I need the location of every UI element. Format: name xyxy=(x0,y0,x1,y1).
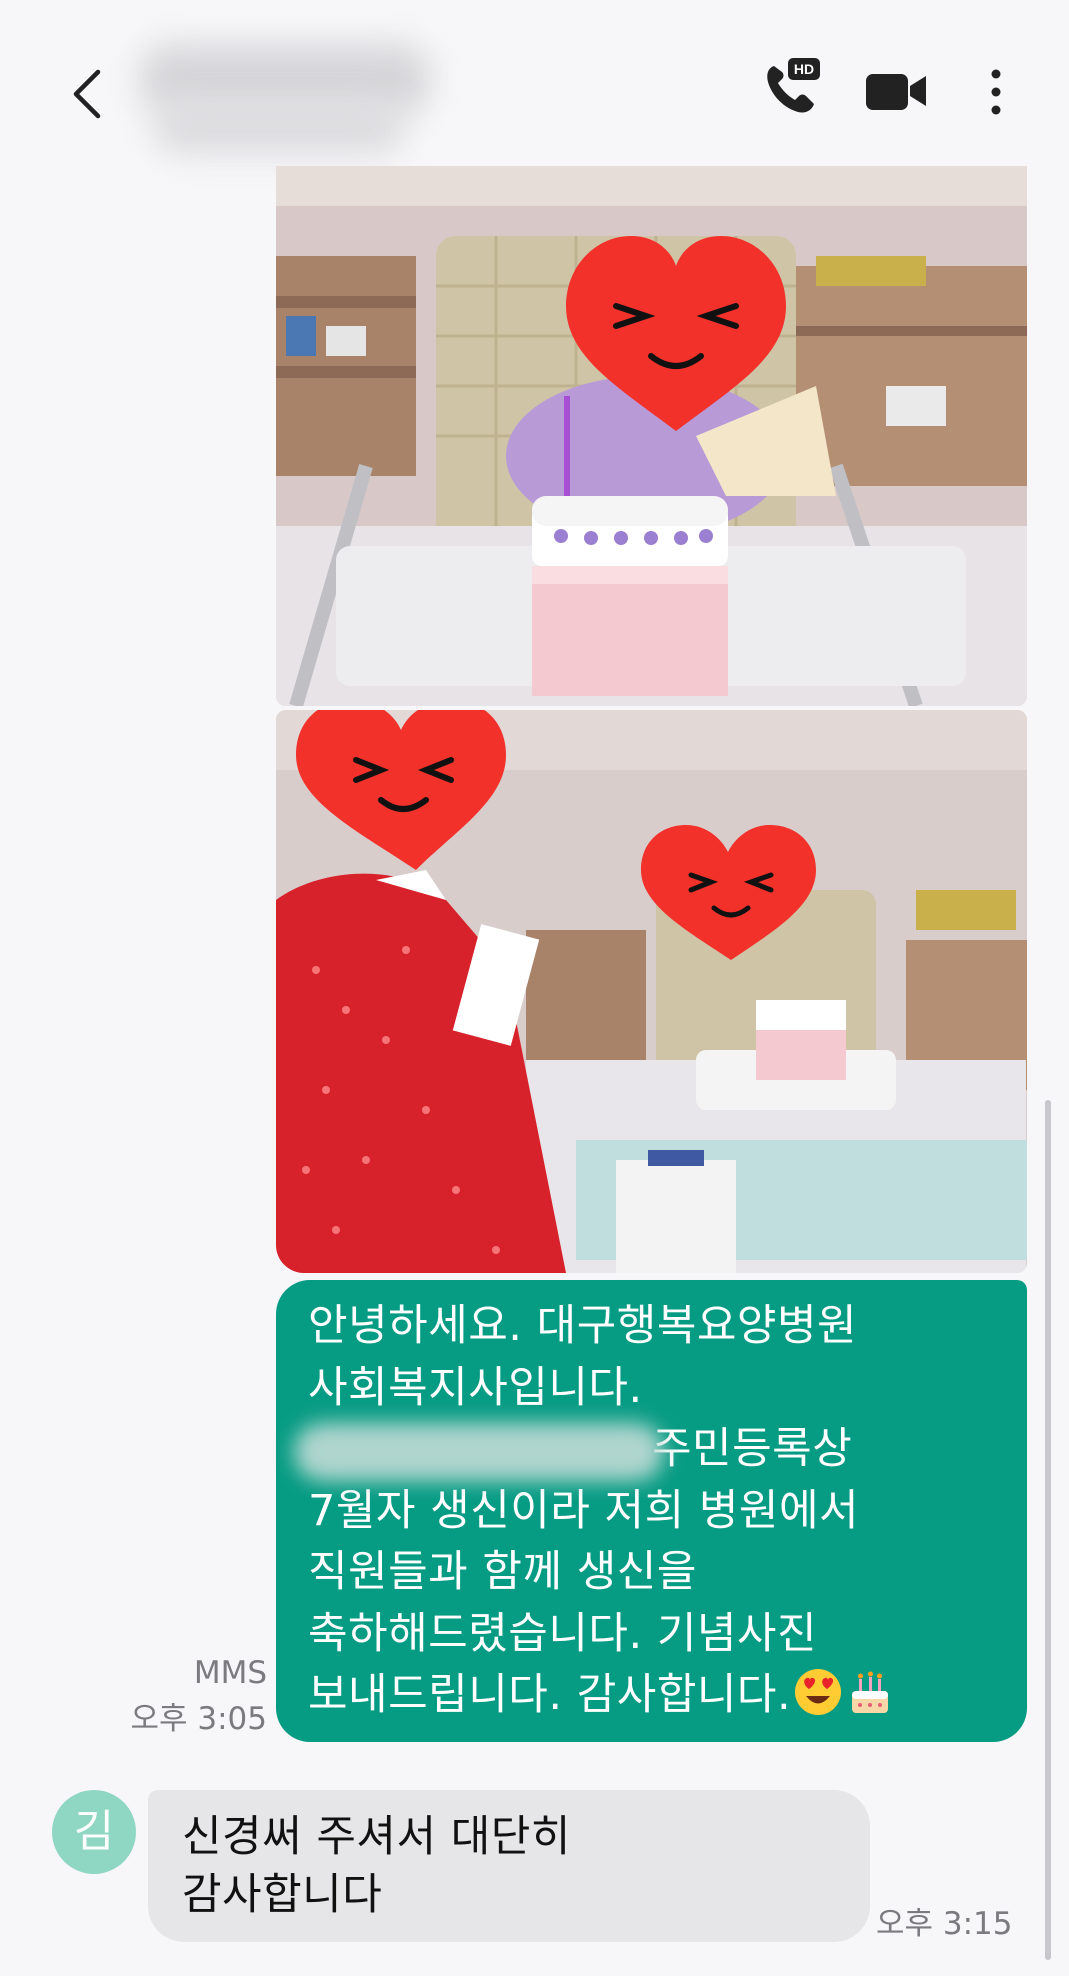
message-text-line-last: 보내드립니다. 감사합니다. xyxy=(308,1665,993,1727)
message-text-line: 축하해드렸습니다. 기념사진 xyxy=(308,1608,818,1659)
message-text-line: 신경써 주셔서 대단히 xyxy=(182,1812,571,1862)
message-type-label: MMS xyxy=(193,1655,267,1691)
conversation-header: HD xyxy=(0,0,1069,165)
video-camera-icon xyxy=(866,74,926,110)
hospital-birthday-photo-2 xyxy=(276,710,1027,1273)
birthday-cake-emoji xyxy=(852,1671,889,1713)
more-vertical-icon xyxy=(991,69,1001,115)
message-text-line: 감사합니다 xyxy=(182,1870,383,1920)
message-text-line: 사회복지사입니다. xyxy=(308,1362,643,1413)
message-time: 오후 3:15 xyxy=(876,1906,1013,1942)
heart-eyes-emoji xyxy=(795,1669,842,1715)
outgoing-message-meta: MMS 오후 3:05 xyxy=(130,1650,267,1742)
message-text-line: 7월자 생신이라 저희 병원에서 xyxy=(308,1485,860,1536)
message-time: 오후 3:05 xyxy=(130,1701,267,1737)
hd-voice-call-button[interactable]: HD xyxy=(762,58,822,118)
message-text-fragment: 보내드립니다. 감사합니다. xyxy=(308,1670,792,1720)
avatar[interactable]: 김 xyxy=(52,1790,136,1874)
outgoing-message-bubble[interactable]: 안녕하세요. 대구행복요양병원 사회복지사입니다. 주민등록상 7월자 생신이라… xyxy=(276,1280,1027,1742)
message-text-line: 직원들과 함께 생신을 xyxy=(308,1547,697,1597)
message-photo-2[interactable] xyxy=(276,710,1027,1273)
message-text-line: 안녕하세요. 대구행복요양병원 xyxy=(308,1301,858,1351)
video-call-button[interactable] xyxy=(864,68,930,114)
message-photo-1[interactable] xyxy=(276,166,1027,706)
hospital-birthday-photo-1 xyxy=(276,166,1027,706)
privacy-blur xyxy=(294,1423,664,1481)
contact-name-area[interactable] xyxy=(104,30,524,170)
more-options-button[interactable] xyxy=(980,64,1012,120)
message-text-fragment: 주민등록상 xyxy=(652,1424,853,1474)
message-text-line-masked: 주민등록상 xyxy=(294,1419,993,1481)
incoming-message-bubble[interactable]: 신경써 주셔서 대단히 감사합니다 xyxy=(148,1790,870,1942)
hd-badge-text: HD xyxy=(794,61,814,77)
hd-voice-call-icon: HD xyxy=(767,58,820,113)
scrollbar[interactable] xyxy=(1045,1100,1051,1960)
